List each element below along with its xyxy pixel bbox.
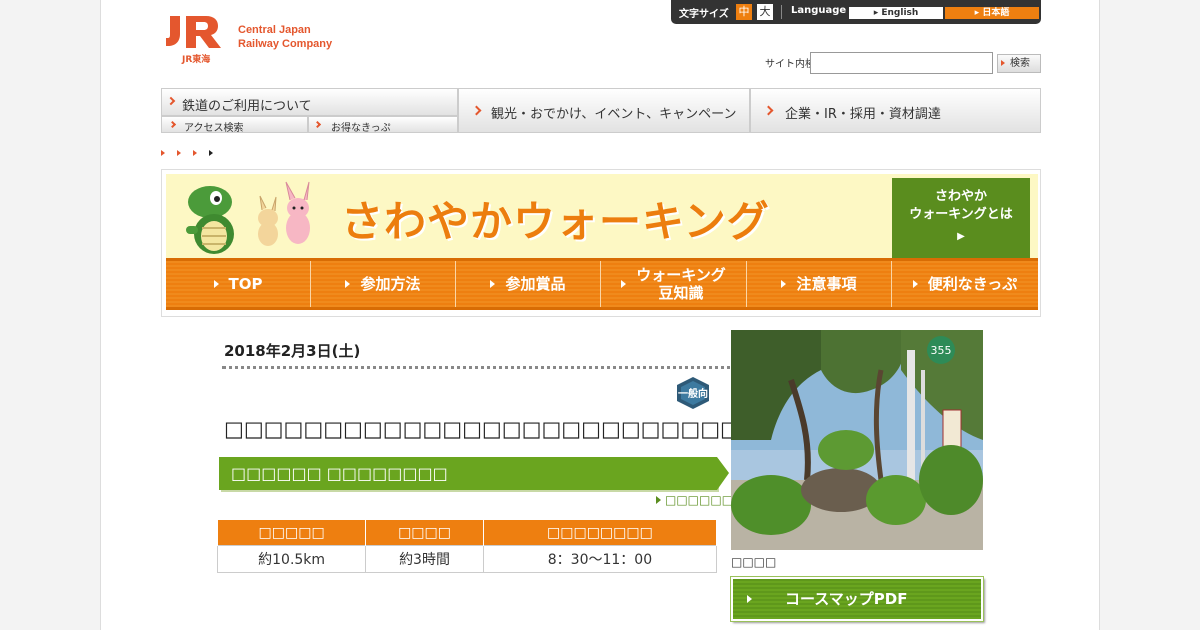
table-header: □□□□□ — [216, 519, 367, 546]
nav-access-search[interactable]: アクセス検索 — [161, 116, 308, 134]
lang-english-button[interactable]: ▸ English — [849, 7, 943, 19]
font-size-large-button[interactable]: 大 — [757, 4, 773, 20]
arrow-icon — [1001, 60, 1005, 66]
jr-tokai-label: JR東海 — [182, 55, 211, 65]
chevron-right-icon — [471, 105, 482, 116]
triangle-right-icon — [213, 280, 219, 288]
course-photo: 355 — [731, 330, 983, 550]
breadcrumb-arrow-icon — [193, 150, 197, 156]
about-sawayaka-walking-button[interactable]: さわやか ウォーキングとは ▶ — [892, 178, 1030, 258]
triangle-right-icon — [781, 280, 787, 288]
utility-bar: 文字サイズ 中 大 Language ▸ English ▸ 日本語 — [671, 0, 1041, 24]
general-audience-badge-icon: 一般向 — [677, 377, 709, 409]
chevron-right-icon — [166, 96, 176, 106]
font-size-label: 文字サイズ — [679, 9, 729, 20]
tab-walking-tips[interactable]: ウォーキング 豆知識 — [601, 261, 747, 307]
search-input[interactable] — [810, 52, 993, 74]
event-info-table: □□□□□ □□□□ □□□□□□□□ 約10.5km 約3時間 8：30～11… — [216, 519, 718, 573]
time-cell: 8：30～11：00 — [482, 545, 718, 573]
triangle-right-icon — [747, 595, 752, 603]
dotted-divider — [222, 366, 816, 369]
language-label: Language — [791, 5, 847, 16]
jr-logo-icon — [166, 16, 221, 48]
svg-text:一般向: 一般向 — [678, 387, 708, 400]
triangle-right-icon — [656, 496, 661, 504]
triangle-right-icon — [621, 280, 627, 288]
banner-header: さわやかウォーキング さわやか ウォーキングとは ▶ — [166, 174, 1038, 258]
photo-caption: □□□□ — [731, 555, 777, 569]
tab-top[interactable]: TOP — [166, 261, 311, 307]
divider — [781, 5, 782, 19]
tab-convenient-tickets[interactable]: 便利なきっぷ — [892, 261, 1038, 307]
tab-how-to-join[interactable]: 参加方法 — [311, 261, 456, 307]
triangle-right-icon — [490, 280, 496, 288]
triangle-right-icon — [912, 280, 918, 288]
course-map-pdf-button[interactable]: コースマップPDF — [730, 576, 984, 622]
jr-central-logo[interactable]: JR東海 Central Japan Railway Company — [166, 16, 356, 65]
nav-corporate[interactable]: 企業・IR・採用・資材調達 — [750, 88, 1041, 133]
start-station-bar: □□□□□□ □□□□□□□□ — [219, 457, 729, 490]
font-size-medium-button[interactable]: 中 — [736, 4, 752, 20]
search-button[interactable]: 検索 — [997, 54, 1041, 73]
chevron-right-icon — [313, 120, 322, 129]
nav-tourism[interactable]: 観光・おでかけ、イベント、キャンペーン — [458, 88, 750, 133]
tab-prizes[interactable]: 参加賞品 — [456, 261, 601, 307]
breadcrumb-arrow-icon — [177, 150, 181, 156]
company-name: Central Japan Railway Company — [238, 24, 333, 50]
chevron-right-icon — [763, 105, 774, 116]
table-row: 約10.5km 約3時間 8：30～11：00 — [216, 545, 718, 573]
duration-cell: 約3時間 — [365, 545, 484, 573]
nav-discount-tickets[interactable]: お得なきっぷ — [308, 116, 458, 134]
triangle-right-icon: ▶ — [957, 231, 965, 242]
tab-precautions[interactable]: 注意事項 — [747, 261, 892, 307]
svg-text:355: 355 — [931, 344, 952, 357]
table-header-row: □□□□□ □□□□ □□□□□□□□ — [216, 519, 718, 546]
chevron-right-icon — [168, 120, 177, 129]
table-header: □□□□□□□□ — [482, 519, 718, 546]
event-date: 2018年2月3日(土) — [224, 342, 361, 360]
breadcrumb-arrow-icon — [209, 150, 213, 156]
table-header: □□□□ — [365, 519, 484, 546]
sawayaka-walking-banner: さわやかウォーキング さわやか ウォーキングとは ▶ TOP 参加方法 参加賞品… — [161, 169, 1041, 317]
distance-cell: 約10.5km — [216, 545, 367, 573]
page: JR東海 Central Japan Railway Company 文字サイズ… — [100, 0, 1100, 630]
mascot-characters-icon — [186, 181, 310, 254]
nav-railway[interactable]: 鉄道のご利用について — [161, 88, 458, 116]
lang-japanese-button[interactable]: ▸ 日本語 — [945, 7, 1039, 19]
banner-title: さわやかウォーキング — [341, 197, 770, 246]
walking-tabs: TOP 参加方法 参加賞品 ウォーキング 豆知識 注意事項 便利なきっぷ — [166, 258, 1038, 310]
triangle-right-icon — [345, 280, 351, 288]
breadcrumb-arrow-icon — [161, 150, 165, 156]
